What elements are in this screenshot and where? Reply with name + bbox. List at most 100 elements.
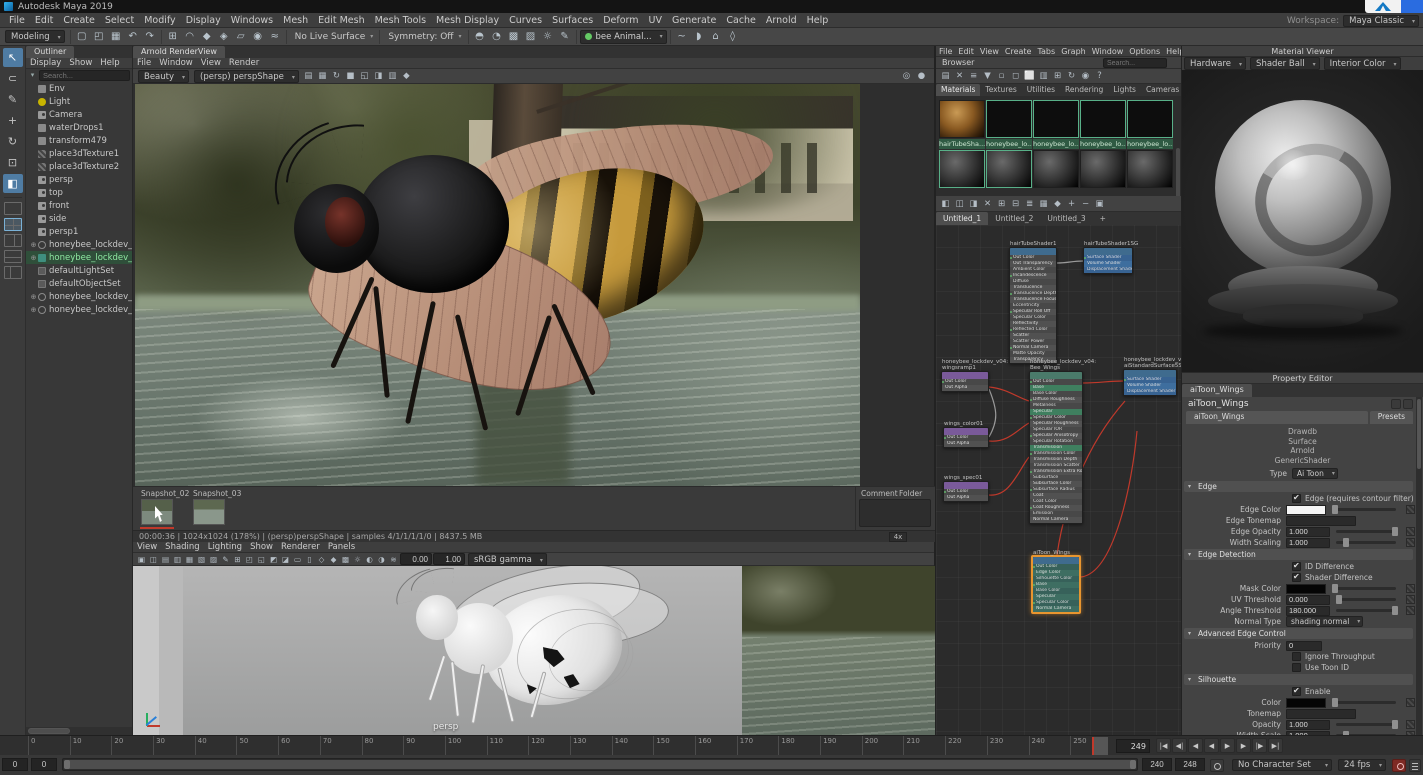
tab-rendering[interactable]: Rendering — [1060, 84, 1108, 96]
timeline-tick[interactable]: 230 — [986, 736, 1029, 756]
snap-view-plane-icon[interactable]: ▱ — [233, 29, 249, 44]
clear-graph-icon[interactable]: ✕ — [981, 198, 994, 210]
material-viewer-title[interactable]: Material Viewer — [1182, 46, 1423, 57]
oversan-icon[interactable]: ▨ — [208, 554, 219, 565]
pin-browser-icon[interactable]: ◉ — [1079, 70, 1092, 82]
map-button[interactable] — [1406, 698, 1415, 707]
snapshot-thumbnail[interactable] — [193, 499, 225, 525]
material-search-input[interactable] — [1103, 58, 1167, 68]
list-view-icon[interactable]: ▥ — [1037, 70, 1050, 82]
outliner-menu-item[interactable]: Help — [96, 58, 123, 68]
map-button[interactable] — [1406, 720, 1415, 729]
aov-select[interactable]: Beauty — [138, 69, 190, 84]
shader-node-attr[interactable]: Displacement Shader — [1084, 267, 1132, 273]
color-swatch[interactable] — [1286, 697, 1326, 708]
render-status-indicator[interactable]: ● — [915, 70, 928, 82]
shader-node[interactable]: wings_color01 Out Color Out Alpha — [943, 421, 989, 448]
output-connections-icon[interactable]: ◨ — [967, 198, 980, 210]
range-handle-left[interactable] — [64, 760, 70, 769]
outliner-item[interactable]: transform479 — [26, 134, 132, 147]
add-selected-icon[interactable]: ⊞ — [995, 198, 1008, 210]
renderview-menu-item[interactable]: Render — [225, 58, 263, 68]
debug-shading-icon[interactable]: ◆ — [400, 70, 413, 82]
zoom-in-icon[interactable]: + — [1065, 198, 1078, 210]
safe-title-icon[interactable]: ▯ — [304, 554, 315, 565]
graph-tab[interactable]: + — [1093, 212, 1113, 225]
map-button[interactable] — [1406, 584, 1415, 593]
node-connection-wire[interactable] — [1056, 260, 1084, 264]
hypershade-menu-item[interactable]: Options — [1126, 47, 1163, 56]
timeline-tick[interactable]: 110 — [486, 736, 529, 756]
medium-swatch-icon[interactable]: ◻ — [1009, 70, 1022, 82]
material-swatch[interactable] — [939, 150, 985, 188]
four-pane-layout-button[interactable] — [3, 218, 22, 231]
shader-node-attr[interactable]: Displacement Shader — [1124, 389, 1176, 395]
attr-slider[interactable] — [1332, 584, 1396, 593]
animation-preferences-button[interactable] — [1409, 759, 1421, 772]
property-editor-tab[interactable]: aiToon_Wings — [1182, 384, 1252, 397]
menu-item[interactable]: Generate — [667, 15, 721, 26]
section-advanced-edge-control[interactable]: Advanced Edge Control — [1184, 628, 1413, 639]
snapshot-icon[interactable]: ◨ — [372, 70, 385, 82]
paint-effects-icon[interactable]: ✎ — [557, 29, 573, 44]
shader-node[interactable]: honeybee_lockdev_v04: aiStandardSurface5… — [1123, 357, 1182, 396]
outliner-item[interactable]: top — [26, 186, 132, 199]
gate-mask-icon[interactable]: ◩ — [268, 554, 279, 565]
view-axis-gizmo[interactable] — [143, 707, 165, 729]
outliner-item[interactable]: place3dTexture2 — [26, 160, 132, 173]
snap-curve-icon[interactable]: ◠ — [182, 29, 198, 44]
attr-slider[interactable] — [1336, 606, 1399, 615]
hypershade-menu-item[interactable]: Window — [1089, 47, 1127, 56]
two-d-pan-icon[interactable]: ▧ — [196, 554, 207, 565]
scale-tool-icon[interactable]: ⊡ — [3, 153, 23, 172]
viewport-canvas[interactable]: persp — [133, 566, 935, 735]
auto-key-button[interactable] — [1392, 759, 1406, 772]
refresh-render-icon[interactable]: ↻ — [330, 70, 343, 82]
new-scene-icon[interactable]: ▢ — [74, 29, 90, 44]
attr-slider[interactable] — [1336, 527, 1399, 536]
lighting-icon[interactable]: ☼ — [352, 554, 363, 565]
expander-icon[interactable]: ⊕ — [29, 241, 38, 249]
map-button[interactable] — [1406, 595, 1415, 604]
viewer-geometry-select[interactable]: Shader Ball — [1250, 57, 1320, 71]
timeline-tick[interactable]: 100 — [444, 736, 487, 756]
renderview-menu-item[interactable]: View — [197, 58, 225, 68]
viewport-menu-item[interactable]: Shading — [161, 542, 204, 552]
viewport-menu-item[interactable]: Renderer — [277, 542, 324, 552]
timeline-tick[interactable]: 140 — [611, 736, 654, 756]
value-field[interactable] — [1286, 605, 1330, 616]
ipr-render-icon[interactable]: ◔ — [489, 29, 505, 44]
save-image-icon[interactable]: ▦ — [316, 70, 329, 82]
timeline-tick[interactable]: 0 — [28, 736, 70, 756]
select-tool-icon[interactable]: ↖ — [2, 48, 23, 67]
tab-materials[interactable]: Materials — [936, 84, 981, 96]
expander-icon[interactable]: ⊕ — [29, 306, 38, 314]
menu-item[interactable]: Mesh Tools — [370, 15, 431, 26]
clay-bee-model[interactable] — [283, 566, 743, 735]
hypershade-menu-item[interactable]: Create — [1002, 47, 1035, 56]
viewport-menu-item[interactable]: Panels — [324, 542, 359, 552]
hypershade-menu-item[interactable]: Graph — [1058, 47, 1089, 56]
go-to-end-button[interactable]: ▶| — [1268, 738, 1283, 753]
renderview-menu-item[interactable]: Window — [155, 58, 197, 68]
outliner-search-input[interactable] — [39, 70, 130, 81]
material-swatch[interactable] — [1033, 100, 1079, 138]
single-pane-layout-button[interactable] — [3, 202, 22, 215]
refresh-swatches-icon[interactable]: ↻ — [1065, 70, 1078, 82]
value-field[interactable] — [1286, 537, 1330, 548]
color-swatch[interactable] — [1286, 504, 1326, 515]
animation-end-field[interactable] — [1175, 758, 1205, 771]
step-back-key-button[interactable]: ◀| — [1172, 738, 1187, 753]
step-forward-key-button[interactable]: |▶ — [1252, 738, 1267, 753]
playback-start-field[interactable] — [31, 758, 57, 771]
material-swatch[interactable] — [1033, 150, 1079, 188]
material-preview[interactable] — [1182, 70, 1423, 372]
property-editor-title[interactable]: Property Editor — [1182, 373, 1423, 384]
input-connections-icon[interactable]: ◧ — [939, 198, 952, 210]
value-field[interactable] — [1286, 526, 1330, 537]
section-silhouette[interactable]: Silhouette — [1184, 674, 1413, 685]
motionblur-icon[interactable]: ≋ — [388, 554, 399, 565]
resolution-gate-icon[interactable]: ◱ — [256, 554, 267, 565]
make-live-icon[interactable]: ◉ — [250, 29, 266, 44]
filter-icon[interactable]: ▼ — [981, 70, 994, 82]
